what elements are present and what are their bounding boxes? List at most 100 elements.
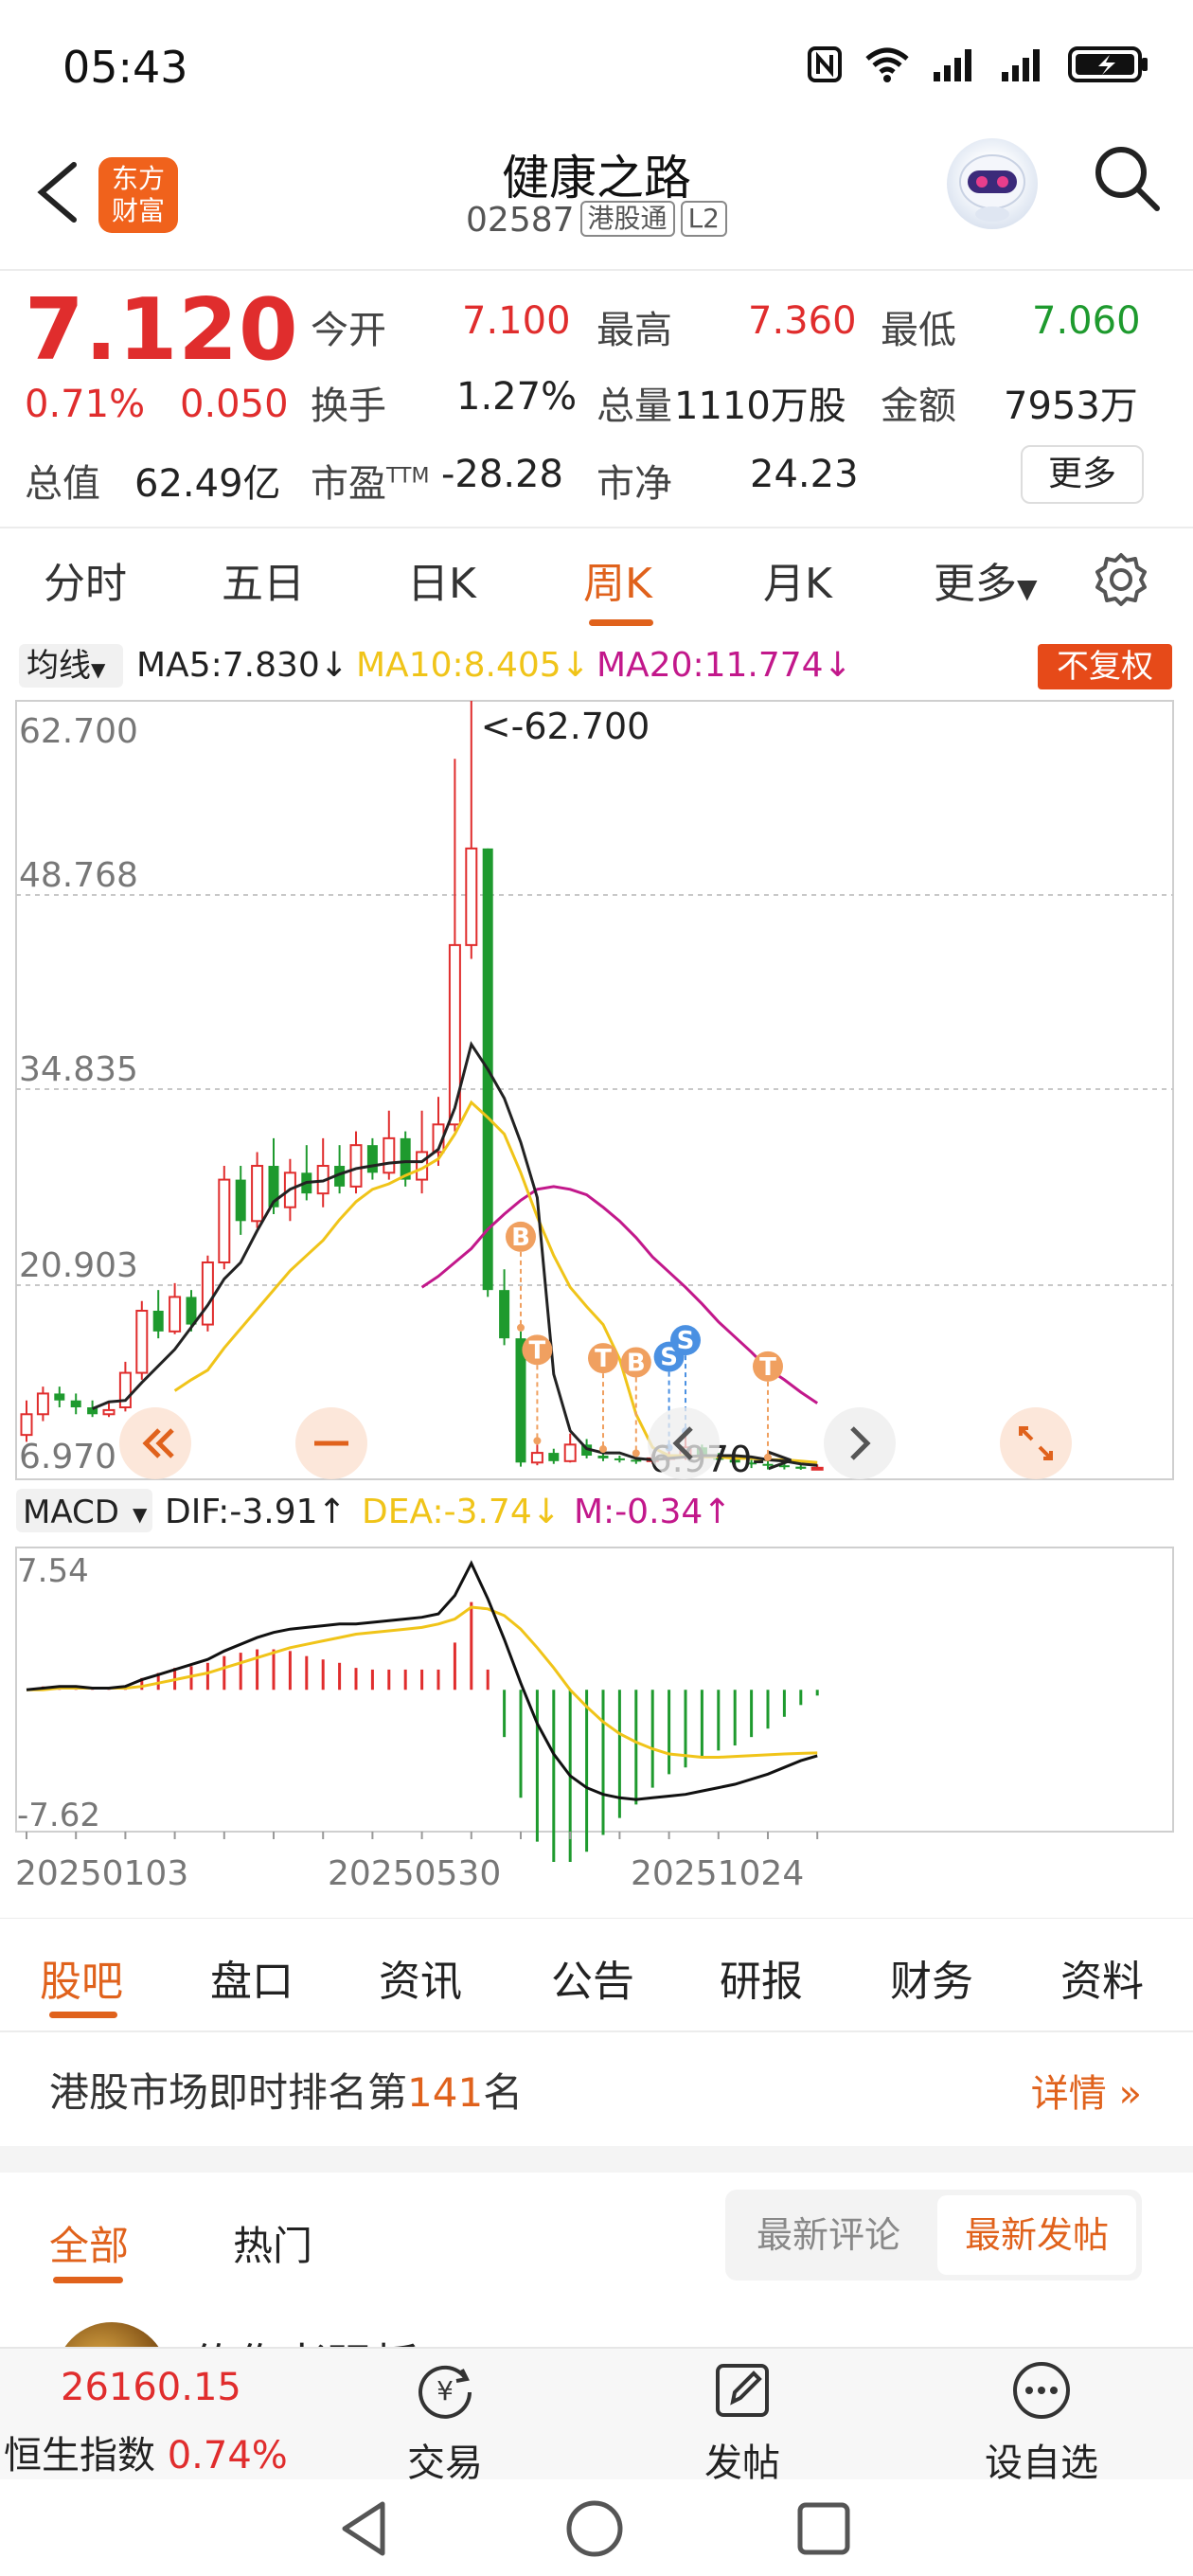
- sort-latest-post[interactable]: 最新发帖: [937, 2195, 1136, 2275]
- hsi-index-change: 0.74%: [167, 2434, 288, 2478]
- indicator-select-ma[interactable]: 均线▼: [19, 644, 123, 688]
- ma5-legend: MA5:7.830↓: [136, 646, 348, 685]
- tab-daily-k[interactable]: 日K: [407, 549, 476, 610]
- rank-detail-link[interactable]: 详情 »: [1031, 2063, 1142, 2118]
- macd-legend: MACD ▼ DIF:-3.91↑ DEA:-3.74↓ M:-0.34↑: [16, 1489, 732, 1532]
- tab-guba[interactable]: 股吧: [40, 1947, 123, 2008]
- stock-code: 02587: [466, 201, 575, 240]
- candle-body-up: [36, 1392, 49, 1416]
- zoom-out-button[interactable]: [295, 1407, 367, 1479]
- hsi-index-label[interactable]: 恒生指数 0.74%: [4, 2424, 288, 2479]
- nav-recents-icon[interactable]: [795, 2500, 852, 2557]
- date-label-start: 20250103: [15, 1854, 188, 1893]
- signal-icon-1: [934, 49, 971, 81]
- low-label: 最低: [881, 309, 956, 352]
- prev-candle-button[interactable]: [648, 1407, 720, 1479]
- sort-latest-comment[interactable]: 最新评论: [725, 2190, 932, 2281]
- pb-label: 市净: [596, 462, 672, 506]
- trade-marker-label: T: [759, 1353, 776, 1382]
- active-tab-indicator: [589, 619, 653, 626]
- dropdown-triangle-icon: ▼: [133, 1503, 148, 1526]
- dropdown-triangle-icon: ▼: [91, 658, 106, 681]
- price-adjust-button[interactable]: 不复权: [1038, 644, 1172, 689]
- active-content-tab-indicator: [49, 2012, 117, 2018]
- nav-home-icon[interactable]: [564, 2498, 625, 2559]
- add-watchlist-button[interactable]: 设自选: [966, 2360, 1117, 2487]
- tab-more[interactable]: 更多▼: [934, 549, 1038, 610]
- candle-body-up: [349, 1144, 363, 1188]
- trade-marker-label: T: [595, 1345, 612, 1373]
- sort-toggle: 最新评论 最新发帖: [725, 2190, 1142, 2281]
- more-quote-button[interactable]: 更多: [1021, 445, 1144, 504]
- assistant-robot-avatar[interactable]: [947, 138, 1038, 229]
- chart-grid: [15, 700, 1174, 1833]
- search-icon[interactable]: [1091, 142, 1163, 214]
- candle-body-down: [235, 1179, 246, 1222]
- kline-chart[interactable]: 62.700 48.768 34.835 20.903 6.970 BT T B SS…: [0, 691, 1193, 1919]
- change-percent: 0.71%: [25, 383, 146, 426]
- price-label-max: 62.700: [19, 712, 138, 751]
- tab-financials[interactable]: 财务: [890, 1947, 973, 2008]
- rank-suffix: 名: [483, 2069, 524, 2116]
- status-icons: [807, 45, 1149, 83]
- dropdown-triangle-icon: ▼: [1017, 573, 1038, 604]
- pe-ttm-sup: TTM: [386, 464, 430, 489]
- filter-all[interactable]: 全部: [49, 2214, 129, 2272]
- candle-body-up: [201, 1261, 214, 1326]
- system-nav-bar: [0, 2479, 1193, 2576]
- tab-announcements[interactable]: 公告: [551, 1947, 634, 2008]
- yen-glyph: ¥: [436, 2375, 454, 2406]
- content-tabs-divider: [0, 2030, 1193, 2032]
- rank-number: 141: [407, 2069, 484, 2116]
- candle-body-up: [530, 1452, 543, 1464]
- moving-averages: [92, 1041, 819, 1467]
- candle-body-up: [251, 1165, 264, 1223]
- header-divider: [0, 269, 1193, 271]
- hsi-index-value[interactable]: 26160.15: [61, 2366, 241, 2409]
- date-label-mid: 20250530: [328, 1854, 501, 1893]
- tab-research[interactable]: 研报: [720, 1947, 803, 2008]
- settings-gear-icon[interactable]: [1093, 551, 1149, 608]
- trade-button[interactable]: ¥ 交易: [369, 2360, 521, 2487]
- price-label-2: 48.768: [19, 856, 138, 895]
- level2-tag: L2: [680, 201, 727, 237]
- trade-marker-label: B: [511, 1224, 530, 1252]
- edit-pencil-icon: [716, 2364, 769, 2417]
- candle-body-down: [614, 1458, 625, 1460]
- stock-connect-tag: 港股通: [579, 201, 675, 237]
- tab-intraday[interactable]: 分时: [44, 549, 127, 610]
- candle-body-up: [563, 1443, 577, 1462]
- candle-body-down: [499, 1290, 510, 1339]
- rank-text: 港股市场即时排名第141名: [49, 2061, 523, 2119]
- tab-profile[interactable]: 资料: [1060, 1947, 1144, 2008]
- high-label: 最高: [596, 309, 672, 352]
- nfc-icon: [808, 46, 842, 82]
- next-candle-button[interactable]: [824, 1407, 896, 1479]
- candle-body-up: [169, 1296, 182, 1333]
- tab-news[interactable]: 资讯: [379, 1947, 462, 2008]
- date-label-end: 20251024: [631, 1854, 804, 1893]
- tab-weekly-k[interactable]: 周K: [583, 549, 652, 610]
- amount-label: 金额: [881, 385, 956, 428]
- amount-value: 7953万: [1004, 385, 1138, 428]
- post-button[interactable]: 发帖: [667, 2360, 818, 2487]
- signal-icon-2: [1002, 49, 1040, 81]
- trade-yen-icon: ¥: [418, 2365, 472, 2419]
- nav-back-icon[interactable]: [335, 2498, 392, 2559]
- filter-hot[interactable]: 热门: [233, 2214, 312, 2272]
- fullscreen-button[interactable]: [1000, 1407, 1072, 1479]
- scroll-left-fast-button[interactable]: [119, 1407, 191, 1479]
- tab-five-day[interactable]: 五日: [222, 549, 305, 610]
- candle-body-up: [102, 1408, 116, 1416]
- tab-monthly-k[interactable]: 月K: [763, 549, 832, 610]
- candle-body-down: [152, 1311, 164, 1332]
- price-label-3: 34.835: [19, 1050, 138, 1089]
- m-legend: M:-0.34↑: [574, 1493, 732, 1531]
- tab-order-book[interactable]: 盘口: [210, 1947, 294, 2008]
- ma5-line: [92, 1041, 818, 1467]
- candle-body-up: [20, 1413, 33, 1437]
- date-axis-ticks: [26, 1832, 819, 1839]
- ma10-legend: MA10:8.405↓: [356, 646, 590, 685]
- ma10-line: [173, 1100, 818, 1464]
- wifi-icon: [865, 47, 909, 82]
